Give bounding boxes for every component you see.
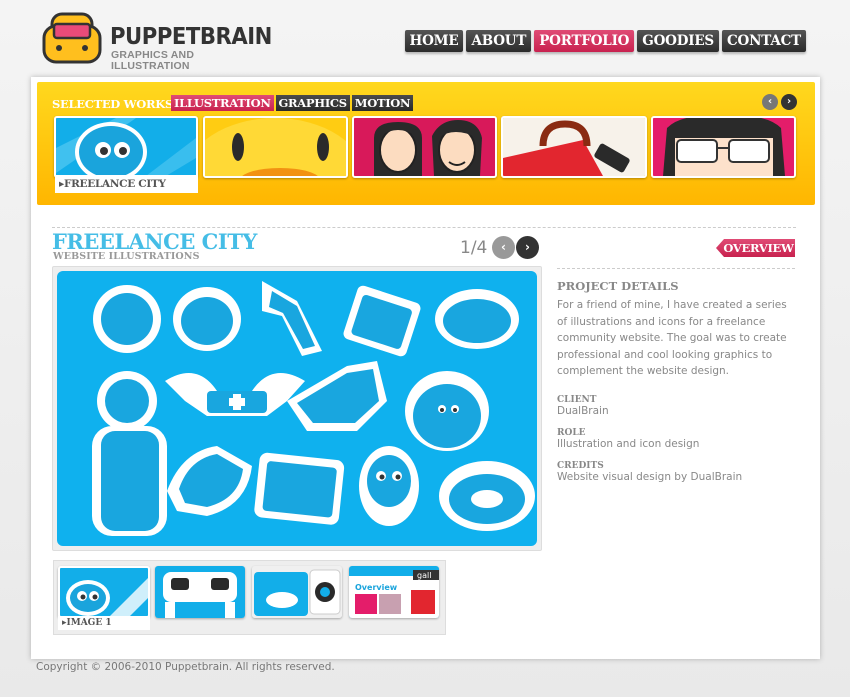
work-thumb-couple[interactable] [352,116,497,178]
image-thumb-1-preview [60,568,148,616]
project-description: For a friend of mine, I have created a s… [557,299,787,377]
next-image-icon[interactable]: › [516,236,539,259]
work-thumb-bag[interactable] [501,116,647,178]
work-thumb-duck[interactable] [203,116,348,178]
duck-thumb-image [205,118,346,176]
selected-works-label: SELECTED WORKS [52,97,173,111]
image-thumb-3[interactable] [252,566,342,618]
brand-title: PUPPETBRAIN [110,24,272,50]
overview-button[interactable]: OVERVIEW [716,239,795,257]
role-value: Illustration and icon design [557,438,700,450]
selected-work-caption: ▸FREELANCE CITY [55,175,198,193]
image-thumb-1[interactable] [58,566,150,618]
prev-image-icon[interactable]: ‹ [492,236,515,259]
tab-motion[interactable]: MOTION [351,95,414,111]
image-pager: 1/4 [460,238,488,258]
icon-set-illustration [92,281,535,536]
image-thumb-3-preview [252,566,342,618]
nav-goodies[interactable]: GOODIES [637,30,719,52]
footer-copyright: Copyright © 2006-2010 Puppetbrain. All r… [36,661,335,673]
chevron-left-icon[interactable]: ‹ [762,94,778,110]
bag-thumb-image [503,118,645,176]
thumb4-tab-text: gall [417,571,431,580]
nav-contact[interactable]: CONTACT [721,30,806,52]
nav-portfolio[interactable]: PORTFOLIO [534,30,635,52]
image-caption: ▸IMAGE 1 [58,616,150,630]
client-value: DualBrain [557,405,609,417]
project-subtitle: WEBSITE ILLUSTRATIONS [53,251,200,262]
thumb4-title-text: Overview [355,583,398,592]
category-tabs: ILLUSTRATION GRAPHICS MOTION [171,95,414,111]
octopus-thumb-image [56,118,196,176]
work-thumb-freelance-city[interactable] [54,116,198,178]
nav-home[interactable]: HOME [404,30,464,52]
image-thumb-4[interactable]: gall Overview [349,566,439,618]
work-thumb-girl[interactable] [651,116,796,178]
details-divider [557,268,795,269]
credits-value: Website visual design by DualBrain [557,471,743,483]
site-logo[interactable]: PUPPETBRAIN GRAPHICS AND ILLUSTRATION [40,12,272,72]
couple-thumb-image [354,118,495,176]
section-divider [52,227,796,228]
girl-thumb-image [653,118,794,176]
image-thumb-2[interactable] [155,566,245,618]
image-thumb-4-preview: gall Overview [349,566,439,618]
main-nav: HOME ABOUT PORTFOLIO GOODIES CONTACT [404,30,806,52]
puppet-logo-icon [42,12,102,64]
details-heading: PROJECT DETAILS [557,279,679,293]
tab-graphics[interactable]: GRAPHICS [275,95,350,111]
chevron-right-icon[interactable]: › [781,94,797,110]
tab-illustration[interactable]: ILLUSTRATION [171,95,274,111]
image-thumb-2-preview [155,566,245,618]
nav-about[interactable]: ABOUT [466,30,532,52]
main-project-image [57,271,537,546]
brand-subtitle: GRAPHICS AND ILLUSTRATION [111,49,195,72]
